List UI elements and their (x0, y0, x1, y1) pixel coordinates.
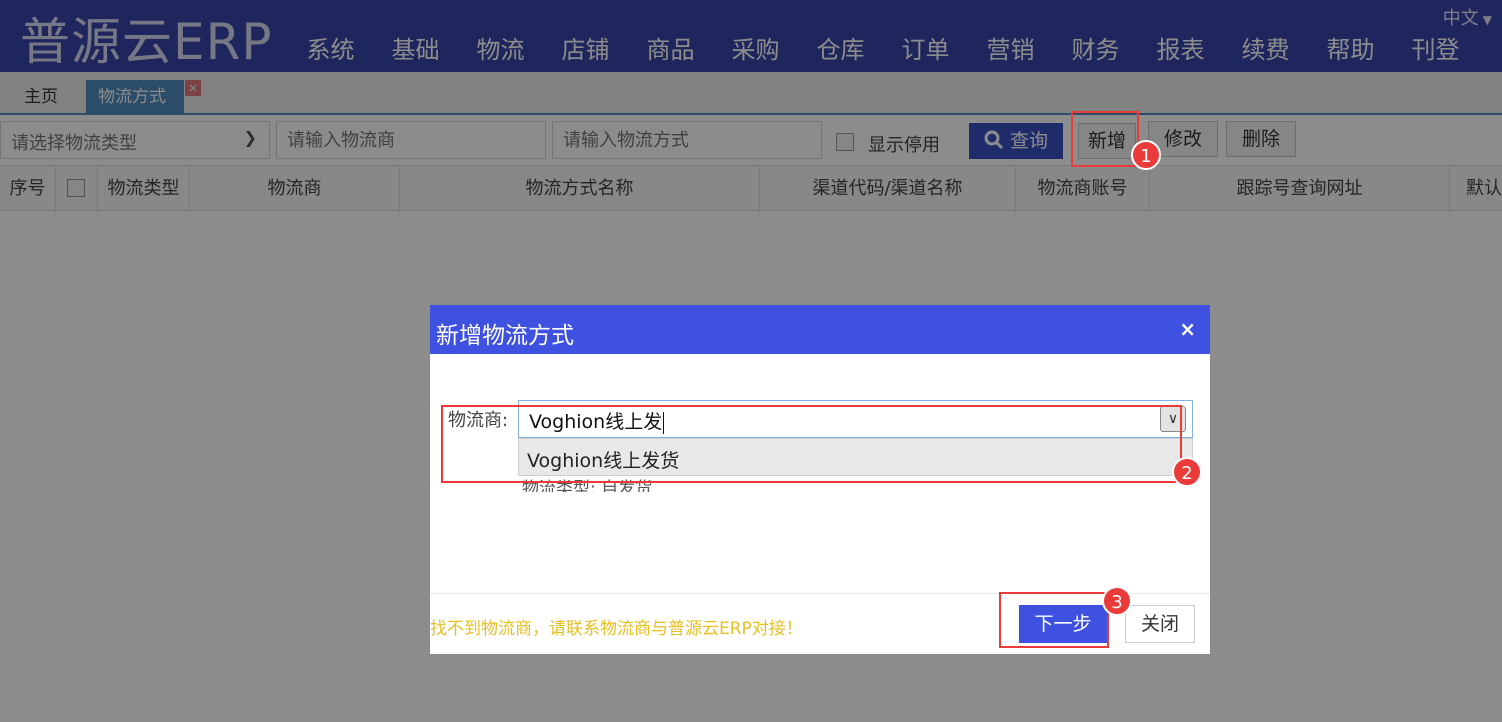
annotation-box-3 (999, 592, 1109, 648)
dialog-header: 新增物流方式 × (430, 305, 1210, 354)
annotation-box-2 (441, 405, 1182, 483)
annotation-badge-3: 3 (1102, 586, 1132, 616)
close-icon[interactable]: × (1179, 317, 1196, 341)
close-button[interactable]: 关闭 (1125, 605, 1195, 643)
annotation-badge-1: 1 (1131, 140, 1161, 170)
annotation-badge-2: 2 (1172, 457, 1202, 487)
annotation-box-1 (1071, 111, 1139, 167)
dialog-title: 新增物流方式 (436, 323, 574, 349)
footer-note: 找不到物流商，请联系物流商与普源云ERP对接！ (430, 619, 803, 639)
